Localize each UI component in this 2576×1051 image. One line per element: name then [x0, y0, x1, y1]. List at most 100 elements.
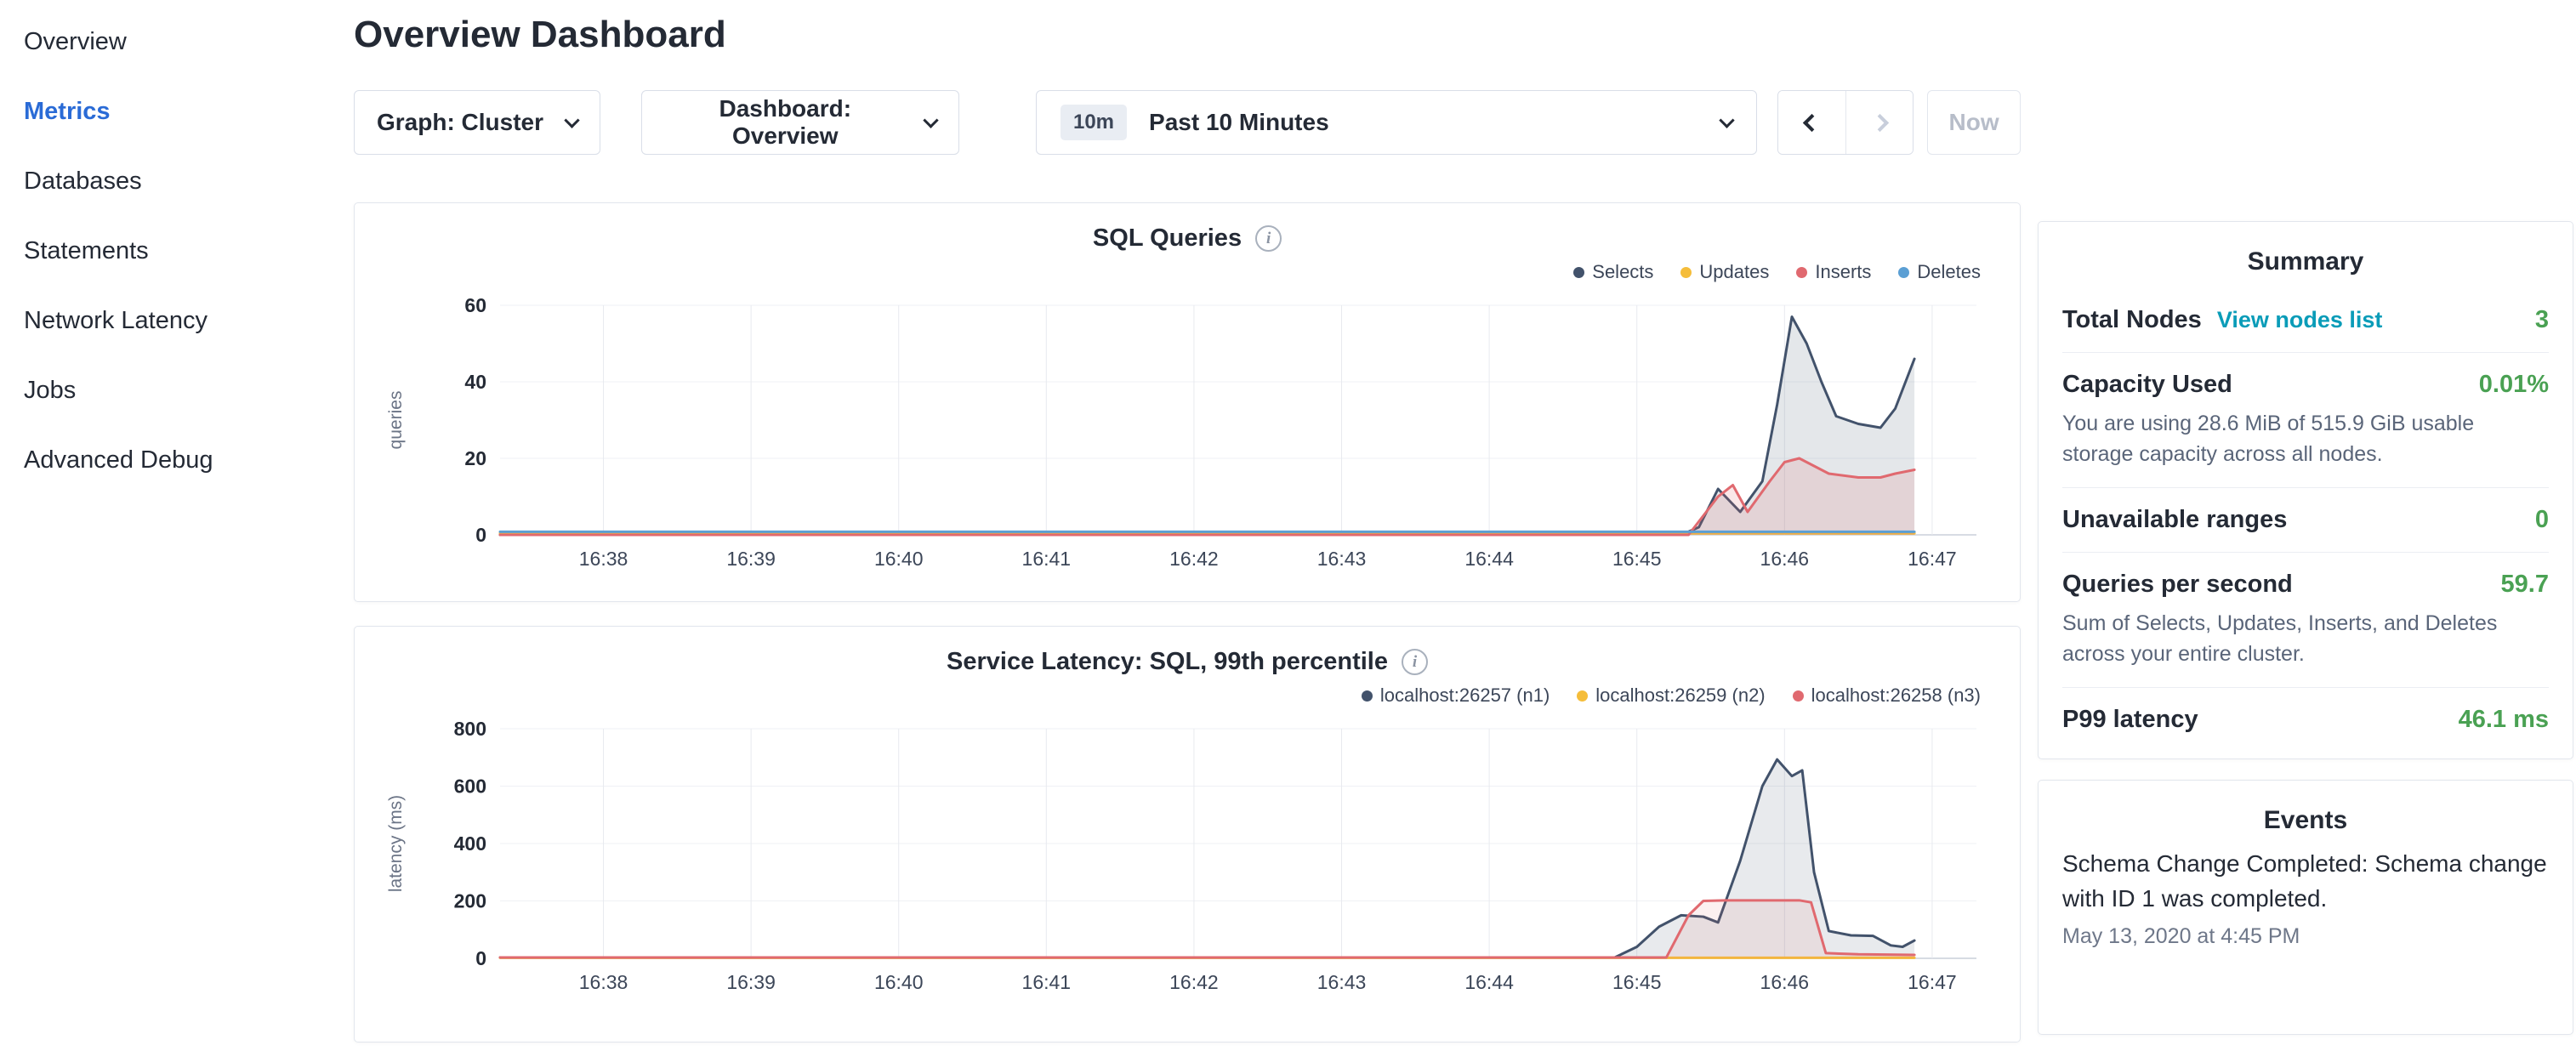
summary-panel: Summary Total Nodes View nodes list 3 Ca… — [2038, 221, 2573, 759]
legend-label: localhost:26259 (n2) — [1595, 685, 1765, 707]
svg-text:16:43: 16:43 — [1317, 971, 1367, 993]
svg-text:16:39: 16:39 — [726, 971, 776, 993]
graph-scope-label: Graph: Cluster — [377, 109, 543, 136]
sidebar-item-advanced-debug[interactable]: Advanced Debug — [24, 425, 340, 495]
summary-row-capacity-used: Capacity Used 0.01% You are using 28.6 M… — [2062, 352, 2549, 487]
legend-label: Deletes — [1917, 261, 1981, 283]
svg-text:16:47: 16:47 — [1908, 971, 1957, 993]
sql-queries-chart[interactable]: 020406016:3816:3916:4016:4116:4216:4316:… — [372, 287, 2003, 580]
main-content: Overview Dashboard Graph: Cluster Dashbo… — [354, 0, 2021, 1042]
chart-title: SQL Queries — [1093, 224, 1242, 253]
svg-text:16:45: 16:45 — [1612, 971, 1662, 993]
chart-legend: Selects Updates Inserts Deletes — [372, 258, 2003, 287]
chevron-left-icon — [1803, 113, 1821, 131]
time-range-label: Past 10 Minutes — [1149, 109, 1699, 136]
svg-text:16:42: 16:42 — [1169, 548, 1219, 570]
info-icon[interactable]: i — [1255, 225, 1282, 252]
svg-text:latency (ms): latency (ms) — [386, 795, 406, 892]
right-sidebar: Summary Total Nodes View nodes list 3 Ca… — [2038, 221, 2573, 1035]
svg-text:800: 800 — [454, 718, 486, 740]
svg-text:16:42: 16:42 — [1169, 971, 1219, 993]
svg-text:600: 600 — [454, 775, 486, 798]
sidebar-item-network-latency[interactable]: Network Latency — [24, 286, 340, 355]
legend-label: localhost:26258 (n3) — [1811, 685, 1981, 707]
summary-label: Queries per second — [2062, 571, 2293, 599]
legend-item[interactable]: Inserts — [1796, 261, 1871, 283]
sidebar-item-statements[interactable]: Statements — [24, 216, 340, 286]
legend-label: Inserts — [1815, 261, 1871, 283]
event-text: Schema Change Completed: Schema change w… — [2062, 847, 2549, 916]
dashboard-dropdown-label: Dashboard: Overview — [664, 95, 907, 150]
event-item[interactable]: Schema Change Completed: Schema change w… — [2062, 847, 2549, 949]
page-title: Overview Dashboard — [354, 14, 2021, 56]
summary-label: Unavailable ranges — [2062, 506, 2287, 534]
legend-dot-icon — [1793, 690, 1804, 702]
summary-label: Capacity Used — [2062, 371, 2232, 399]
svg-text:16:41: 16:41 — [1022, 971, 1072, 993]
graph-scope-dropdown[interactable]: Graph: Cluster — [354, 90, 600, 155]
summary-subtext: Sum of Selects, Updates, Inserts, and De… — [2062, 609, 2549, 669]
time-pager — [1777, 90, 1914, 155]
svg-text:16:41: 16:41 — [1022, 548, 1072, 570]
svg-text:16:39: 16:39 — [726, 548, 776, 570]
summary-row-unavailable-ranges: Unavailable ranges 0 — [2062, 487, 2549, 552]
events-title: Events — [2062, 806, 2549, 835]
summary-value: 59.7 — [2501, 571, 2549, 599]
dashboard-controls: Graph: Cluster Dashboard: Overview 10m P… — [354, 90, 2021, 155]
legend-item[interactable]: Updates — [1680, 261, 1769, 283]
chevron-right-icon — [1871, 113, 1889, 131]
time-range-badge: 10m — [1061, 105, 1127, 140]
events-panel: Events Schema Change Completed: Schema c… — [2038, 780, 2573, 1035]
svg-text:0: 0 — [475, 524, 486, 546]
svg-text:40: 40 — [464, 371, 486, 393]
service-latency-chart-card: Service Latency: SQL, 99th percentile i … — [354, 626, 2021, 1042]
summary-label: Total Nodes — [2062, 306, 2202, 334]
legend-item[interactable]: Selects — [1573, 261, 1653, 283]
chart-legend: localhost:26257 (n1) localhost:26259 (n2)… — [372, 681, 2003, 710]
svg-text:16:45: 16:45 — [1612, 548, 1662, 570]
svg-text:16:38: 16:38 — [579, 548, 628, 570]
summary-value: 0 — [2535, 506, 2549, 534]
svg-text:16:38: 16:38 — [579, 971, 628, 993]
chevron-down-icon — [564, 112, 579, 128]
legend-label: localhost:26257 (n1) — [1380, 685, 1550, 707]
svg-text:queries: queries — [386, 391, 406, 450]
sidebar-item-jobs[interactable]: Jobs — [24, 355, 340, 425]
view-nodes-list-link[interactable]: View nodes list — [2217, 307, 2383, 333]
sidebar-item-metrics[interactable]: Metrics — [24, 77, 340, 146]
svg-text:16:47: 16:47 — [1908, 548, 1957, 570]
svg-text:0: 0 — [475, 947, 486, 969]
legend-label: Selects — [1592, 261, 1653, 283]
summary-row-total-nodes: Total Nodes View nodes list 3 — [2062, 288, 2549, 352]
chevron-down-icon — [1720, 112, 1735, 128]
sidebar-item-overview[interactable]: Overview — [24, 7, 340, 77]
dashboard-dropdown[interactable]: Dashboard: Overview — [641, 90, 959, 155]
svg-text:16:46: 16:46 — [1760, 548, 1810, 570]
chevron-down-icon — [923, 112, 938, 128]
now-button[interactable]: Now — [1927, 90, 2021, 155]
svg-text:60: 60 — [464, 294, 486, 316]
svg-text:400: 400 — [454, 832, 486, 855]
sidebar-item-databases[interactable]: Databases — [24, 146, 340, 216]
legend-dot-icon — [1796, 267, 1807, 278]
legend-item[interactable]: Deletes — [1898, 261, 1981, 283]
summary-row-p99-latency: P99 latency 46.1 ms — [2062, 687, 2549, 752]
legend-dot-icon — [1680, 267, 1692, 278]
summary-value: 46.1 ms — [2459, 706, 2549, 734]
svg-text:16:40: 16:40 — [874, 971, 924, 993]
summary-value: 0.01% — [2479, 371, 2549, 399]
legend-item[interactable]: localhost:26258 (n3) — [1793, 685, 1981, 707]
service-latency-chart[interactable]: 0 200 400 600 800 16:38 16:39 16:40 16:41 16:42 16… — [372, 710, 2003, 1003]
legend-dot-icon — [1577, 690, 1588, 702]
sidebar: Overview Metrics Databases Statements Ne… — [0, 0, 340, 495]
time-next-button[interactable] — [1845, 91, 1913, 154]
svg-text:200: 200 — [454, 890, 486, 912]
svg-text:16:44: 16:44 — [1464, 548, 1514, 570]
legend-dot-icon — [1573, 267, 1584, 278]
legend-item[interactable]: localhost:26257 (n1) — [1362, 685, 1550, 707]
legend-item[interactable]: localhost:26259 (n2) — [1577, 685, 1765, 707]
time-prev-button[interactable] — [1778, 91, 1845, 154]
time-range-dropdown[interactable]: 10m Past 10 Minutes — [1036, 90, 1758, 155]
info-icon[interactable]: i — [1402, 649, 1428, 675]
legend-dot-icon — [1898, 267, 1909, 278]
